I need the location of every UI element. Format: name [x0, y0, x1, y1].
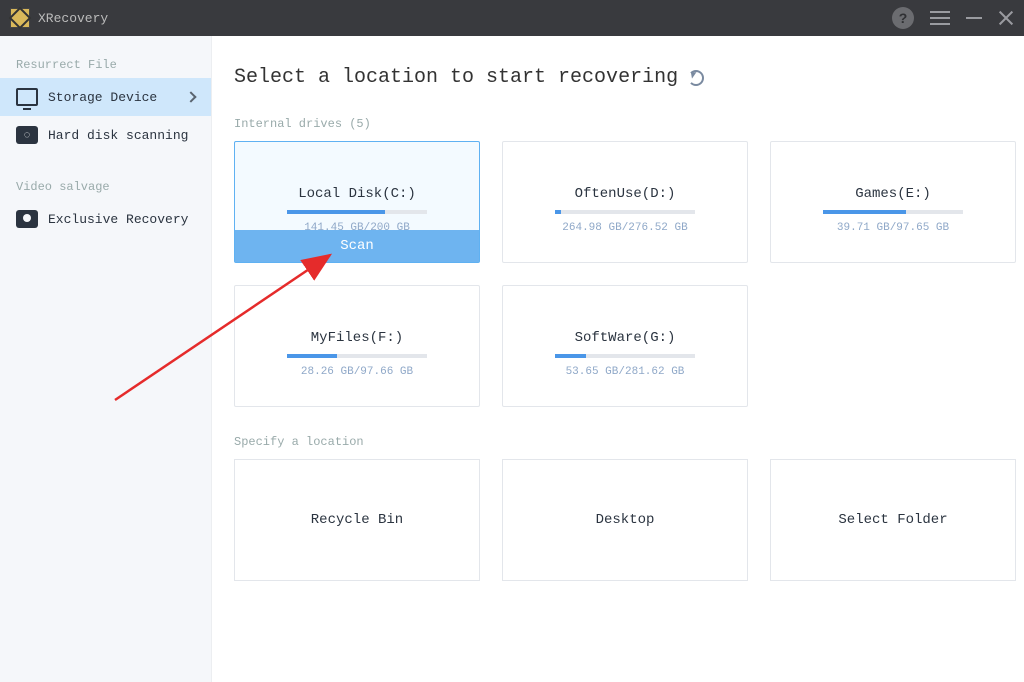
camera-icon	[16, 210, 38, 228]
drive-grid: Local Disk(C:)141.45 GB/200 GBScanOftenU…	[234, 141, 1002, 407]
drive-usage-bar	[823, 210, 963, 214]
sidebar: Resurrect File Storage Device ◌ Hard dis…	[0, 36, 212, 682]
page-title-text: Select a location to start recovering	[234, 66, 678, 89]
sidebar-item-storage-device[interactable]: Storage Device	[0, 78, 211, 116]
drive-usage-bar	[287, 210, 427, 214]
close-icon[interactable]	[998, 10, 1014, 26]
sidebar-item-label: Exclusive Recovery	[48, 212, 188, 227]
drive-card[interactable]: OftenUse(D:) 264.98 GB/276.52 GB	[502, 141, 748, 263]
minimize-icon[interactable]	[966, 17, 982, 19]
drive-card[interactable]: MyFiles(F:) 28.26 GB/97.66 GB	[234, 285, 480, 407]
locations-grid: Recycle BinDesktopSelect Folder	[234, 459, 1002, 581]
drive-name: MyFiles(F:)	[311, 330, 403, 346]
location-card[interactable]: Recycle Bin	[234, 459, 480, 581]
app-title: XRecovery	[38, 11, 108, 26]
drives-section-label: Internal drives (5)	[234, 117, 1002, 131]
sidebar-section-video: Video salvage	[0, 170, 211, 200]
drive-name: OftenUse(D:)	[575, 186, 676, 202]
sidebar-item-label: Storage Device	[48, 90, 157, 105]
drive-size: 28.26 GB/97.66 GB	[301, 366, 413, 378]
drive-name: Games(E:)	[855, 186, 931, 202]
location-card[interactable]: Desktop	[502, 459, 748, 581]
app-icon	[10, 8, 30, 28]
refresh-icon[interactable]	[688, 70, 704, 86]
disk-icon: ◌	[16, 126, 38, 144]
chevron-right-icon	[185, 91, 196, 102]
drive-usage-bar	[555, 354, 695, 358]
locations-section-label: Specify a location	[234, 435, 1002, 449]
sidebar-section-resurrect: Resurrect File	[0, 48, 211, 78]
help-icon[interactable]: ?	[892, 7, 914, 29]
drive-usage-bar	[555, 210, 695, 214]
page-title: Select a location to start recovering	[234, 66, 1002, 89]
sidebar-item-label: Hard disk scanning	[48, 128, 188, 143]
sidebar-item-exclusive-recovery[interactable]: Exclusive Recovery	[0, 200, 211, 238]
drive-card[interactable]: SoftWare(G:) 53.65 GB/281.62 GB	[502, 285, 748, 407]
monitor-icon	[16, 88, 38, 106]
scan-button[interactable]: Scan	[235, 230, 479, 262]
drive-name: SoftWare(G:)	[575, 330, 676, 346]
drive-card[interactable]: Local Disk(C:)141.45 GB/200 GBScan	[234, 141, 480, 263]
titlebar: XRecovery ?	[0, 0, 1024, 36]
menu-icon[interactable]	[930, 11, 950, 25]
drive-size: 53.65 GB/281.62 GB	[566, 366, 685, 378]
drive-usage-bar	[287, 354, 427, 358]
drive-card[interactable]: Games(E:) 39.71 GB/97.65 GB	[770, 141, 1016, 263]
drive-size: 264.98 GB/276.52 GB	[562, 222, 687, 234]
drive-size: 39.71 GB/97.65 GB	[837, 222, 949, 234]
sidebar-item-hard-disk-scanning[interactable]: ◌ Hard disk scanning	[0, 116, 211, 154]
drive-name: Local Disk(C:)	[298, 186, 416, 202]
location-card[interactable]: Select Folder	[770, 459, 1016, 581]
main-panel: Select a location to start recovering In…	[212, 36, 1024, 682]
